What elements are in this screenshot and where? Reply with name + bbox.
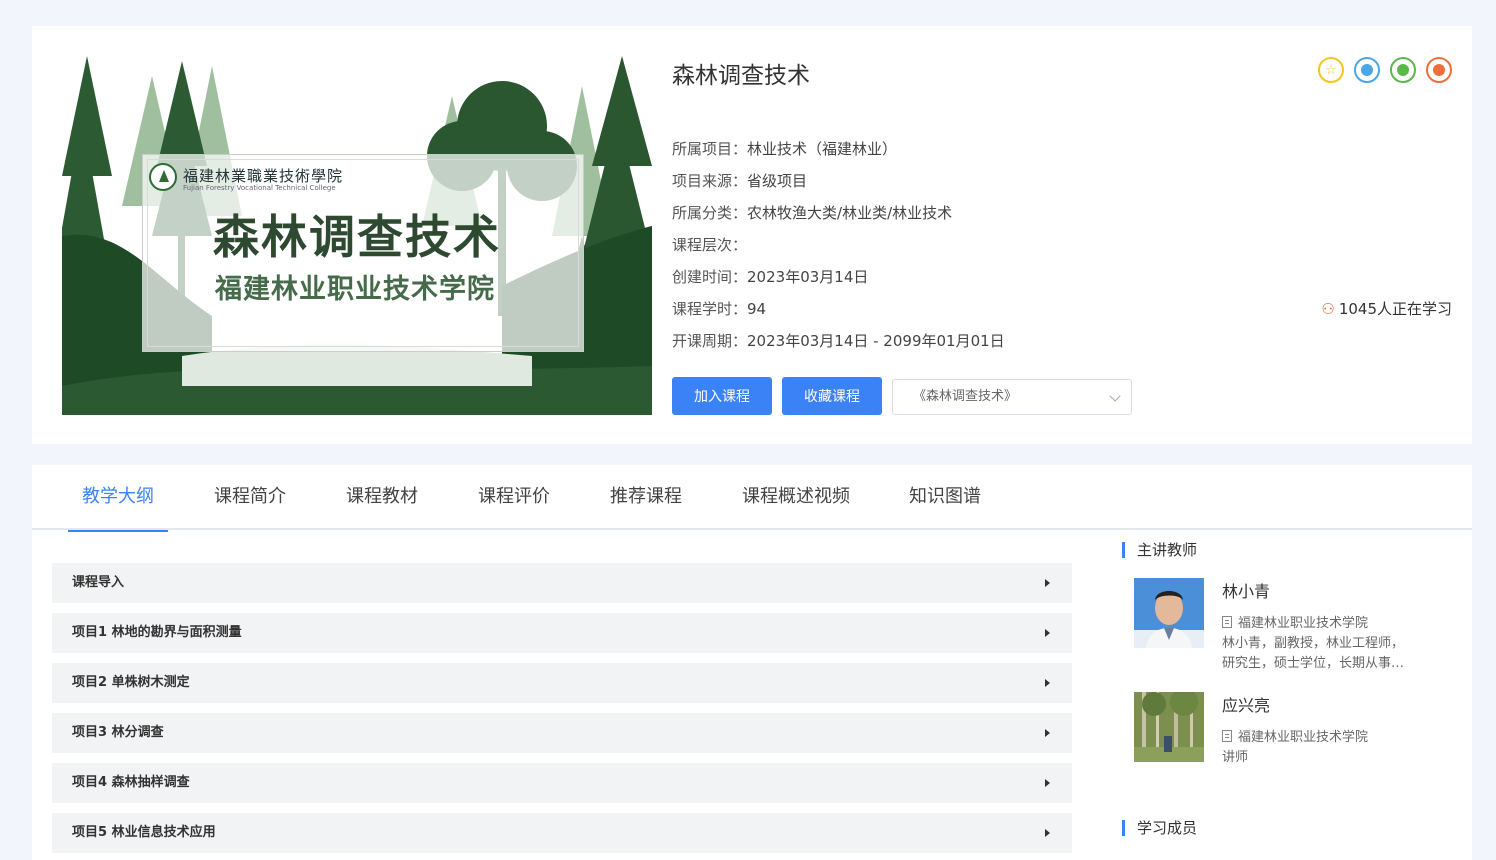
- meta-project: 所属项目：林业技术（福建林业）: [672, 138, 1005, 170]
- share-icons: ☆: [1318, 57, 1452, 83]
- teacher-name: 林小青: [1222, 582, 1271, 601]
- teacher-school-text: 福建林业职业技术学院: [1238, 616, 1369, 631]
- tab-overview-video[interactable]: 课程概述视频: [742, 465, 850, 530]
- syllabus-item[interactable]: 项目2 单株树木测定: [52, 663, 1072, 703]
- course-header-card: 福建林業職業技術學院 Fujian Forestry Vocational Te…: [32, 26, 1472, 444]
- cover-course-title: 森林调查技术: [213, 210, 501, 264]
- meta-value: 省级项目: [747, 172, 808, 190]
- teacher-name: 应兴亮: [1222, 696, 1271, 715]
- members-heading: 学习成员: [1122, 820, 1197, 836]
- syllabus-item-label: 课程导入: [72, 575, 125, 590]
- course-cover-image: 福建林業職業技術學院 Fujian Forestry Vocational Te…: [62, 56, 652, 415]
- building-icon: [1222, 616, 1232, 628]
- meta-key: 课程学时：: [672, 300, 748, 318]
- syllabus-item-label: 项目5 林业信息技术应用: [72, 825, 216, 840]
- meta-value: 农林牧渔大类/林业类/林业技术: [747, 204, 953, 222]
- syllabus-item[interactable]: 课程导入: [52, 563, 1072, 603]
- building-icon: [1222, 730, 1232, 742]
- course-select-value: 《森林调查技术》: [913, 389, 1018, 404]
- course-meta: 所属项目：林业技术（福建林业） 项目来源：省级项目 所属分类：农林牧渔大类/林业…: [672, 138, 1005, 362]
- join-course-button[interactable]: 加入课程: [672, 377, 772, 415]
- syllabus-item[interactable]: 项目5 林业信息技术应用: [52, 813, 1072, 853]
- teacher-avatar: [1134, 578, 1204, 648]
- cover-school-subtitle: 福建林业职业技术学院: [215, 274, 495, 305]
- caret-right-icon: [1045, 579, 1050, 587]
- cover-title-box: 福建林業職業技術學院 Fujian Forestry Vocational Te…: [142, 154, 584, 352]
- teacher-avatar: [1134, 692, 1204, 762]
- syllabus-item-label: 项目1 林地的勘界与面积测量: [72, 625, 242, 640]
- users-icon: ⚇: [1321, 299, 1335, 318]
- learner-count-text: 1045人正在学习: [1338, 300, 1452, 318]
- tab-textbook[interactable]: 课程教材: [346, 465, 418, 530]
- chevron-down-icon: [1109, 390, 1121, 402]
- meta-key: 所属项目：: [672, 140, 748, 158]
- syllabus-item-label: 项目4 森林抽样调查: [72, 775, 190, 790]
- course-title: 森林调查技术: [672, 63, 810, 89]
- caret-right-icon: [1045, 779, 1050, 787]
- teacher-desc-line1: 讲师: [1222, 750, 1249, 765]
- tab-syllabus[interactable]: 教学大纲: [68, 465, 168, 532]
- wechat-icon[interactable]: [1390, 57, 1416, 83]
- teachers-heading: 主讲教师: [1122, 542, 1197, 558]
- meta-created: 创建时间：2023年03月14日: [672, 266, 1005, 298]
- learner-count: ⚇ 1045人正在学习: [1321, 298, 1452, 319]
- tab-knowledge-graph[interactable]: 知识图谱: [909, 465, 981, 530]
- syllabus-item-label: 项目2 单株树木测定: [72, 675, 190, 690]
- meta-key: 创建时间：: [672, 268, 748, 286]
- meta-key: 所属分类：: [672, 204, 748, 222]
- tab-intro[interactable]: 课程简介: [214, 465, 286, 530]
- teacher-school: 福建林业职业技术学院: [1222, 612, 1368, 631]
- weibo-icon[interactable]: [1426, 57, 1452, 83]
- school-logo-icon: [149, 163, 177, 191]
- meta-key: 课程层次：: [672, 236, 748, 254]
- tab-review[interactable]: 课程评价: [478, 465, 550, 530]
- meta-category: 所属分类：农林牧渔大类/林业类/林业技术: [672, 202, 1005, 234]
- caret-right-icon: [1045, 629, 1050, 637]
- tab-recommended[interactable]: 推荐课程: [610, 465, 682, 530]
- syllabus-item-label: 项目3 林分调查: [72, 725, 164, 740]
- caret-right-icon: [1045, 829, 1050, 837]
- teacher-desc-line2: 研究生，硕士学位，长期从事…: [1222, 656, 1405, 671]
- caret-right-icon: [1045, 729, 1050, 737]
- cover-school-english: Fujian Forestry Vocational Technical Col…: [183, 184, 336, 192]
- teacher-school: 福建林业职业技术学院: [1222, 726, 1368, 745]
- collect-icon[interactable]: ☆: [1318, 57, 1344, 83]
- meta-source: 项目来源：省级项目: [672, 170, 1005, 202]
- meta-value: 94: [747, 300, 767, 318]
- teacher-desc-line1: 林小青，副教授，林业工程师，: [1222, 636, 1405, 651]
- meta-period: 开课周期：2023年03月14日 - 2099年01月01日: [672, 330, 1005, 362]
- favorite-course-button[interactable]: 收藏课程: [782, 377, 882, 415]
- syllabus-item[interactable]: 项目3 林分调查: [52, 713, 1072, 753]
- qq-icon[interactable]: [1354, 57, 1380, 83]
- meta-value: 2023年03月14日: [747, 268, 869, 286]
- course-content-card: 教学大纲 课程简介 课程教材 课程评价 推荐课程 课程概述视频 知识图谱 课程导…: [32, 465, 1472, 860]
- meta-value: 2023年03月14日 - 2099年01月01日: [747, 332, 1005, 350]
- teacher-sidebar: 主讲教师 林小青 福建林业职业技术学院 林小青，副教授，林业工程师， 研究生，硕…: [1122, 530, 1472, 860]
- course-select[interactable]: 《森林调查技术》: [892, 379, 1132, 415]
- meta-level: 课程层次：: [672, 234, 1005, 266]
- meta-key: 开课周期：: [672, 332, 748, 350]
- meta-key: 项目来源：: [672, 172, 748, 190]
- caret-right-icon: [1045, 679, 1050, 687]
- teacher-school-text: 福建林业职业技术学院: [1238, 730, 1369, 745]
- meta-value: 林业技术（福建林业）: [747, 140, 898, 158]
- cover-school-name: 福建林業職業技術學院: [183, 167, 344, 185]
- syllabus-item[interactable]: 项目1 林地的勘界与面积测量: [52, 613, 1072, 653]
- course-tabs: 教学大纲 课程简介 课程教材 课程评价 推荐课程 课程概述视频 知识图谱: [32, 465, 1472, 532]
- syllabus-list: 课程导入 项目1 林地的勘界与面积测量 项目2 单株树木测定 项目3 林分调查 …: [52, 563, 1072, 860]
- meta-hours: 课程学时：94: [672, 298, 1005, 330]
- syllabus-item[interactable]: 项目4 森林抽样调查: [52, 763, 1072, 803]
